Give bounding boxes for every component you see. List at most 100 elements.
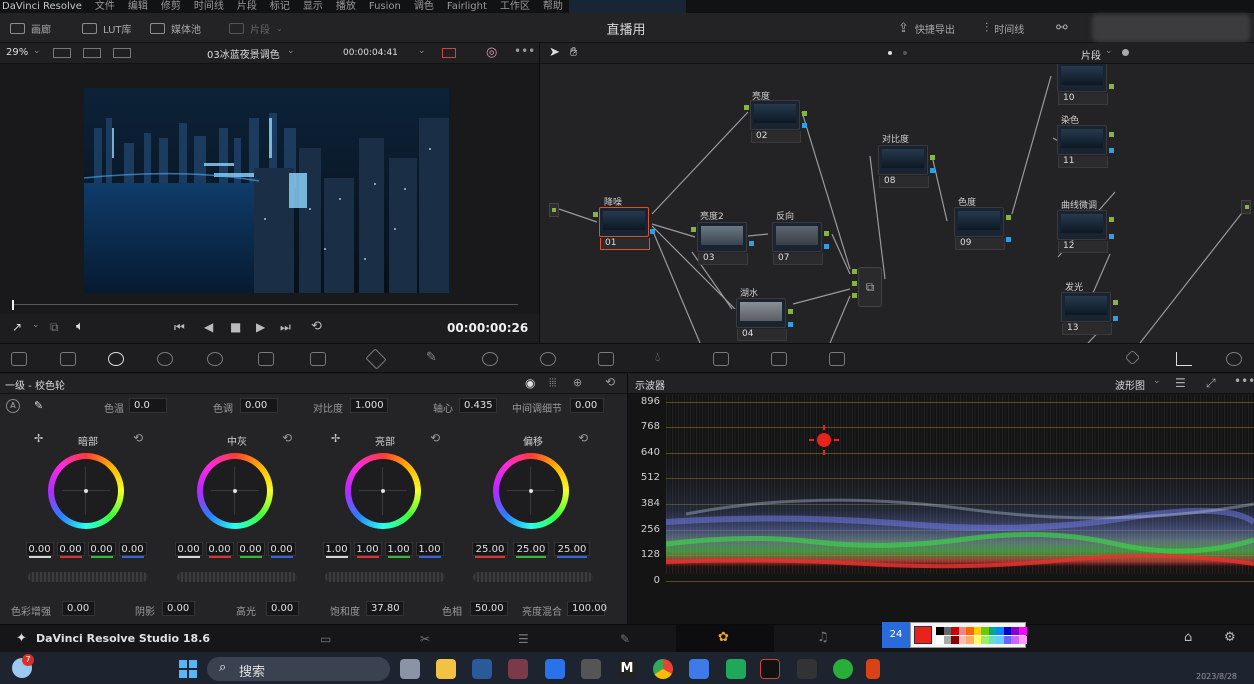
- menu-item[interactable]: 工作区: [500, 0, 530, 13]
- master-wheel-jog[interactable]: [325, 572, 445, 582]
- color-wheels-icon[interactable]: [108, 352, 124, 366]
- color-swatch[interactable]: [1018, 636, 1027, 644]
- param-value-field[interactable]: 0.0: [129, 398, 167, 413]
- log-wheels-icon[interactable]: ⊕: [573, 376, 582, 389]
- reset-icon[interactable]: ⟲: [605, 375, 615, 389]
- wheel-value-field[interactable]: 1.00: [353, 542, 382, 558]
- pen-size-indicator[interactable]: 24: [882, 622, 910, 648]
- scopes-icon[interactable]: [1176, 352, 1192, 366]
- wheel-value-field[interactable]: 25.00: [472, 542, 508, 558]
- task-view-icon[interactable]: [400, 659, 420, 679]
- node-12[interactable]: 12: [1057, 210, 1108, 253]
- node-04[interactable]: 04: [736, 298, 787, 341]
- node-08[interactable]: 08: [878, 145, 929, 188]
- node-03[interactable]: 03: [697, 222, 748, 265]
- param-value-field[interactable]: 50.00: [470, 601, 508, 616]
- scrub-bar[interactable]: [0, 297, 539, 314]
- node-10[interactable]: 10: [1057, 64, 1108, 105]
- capcut-icon[interactable]: [760, 659, 780, 679]
- play-icon[interactable]: ▶: [256, 320, 265, 334]
- blur-icon[interactable]: 💧︎: [655, 350, 671, 365]
- sizing-icon[interactable]: [771, 352, 787, 366]
- unity-icon[interactable]: [581, 659, 601, 679]
- volume-icon[interactable]: 🔈︎: [76, 319, 84, 334]
- scope-settings-icon[interactable]: ☰: [1175, 376, 1186, 390]
- steam-icon[interactable]: [472, 659, 492, 679]
- rgb-mixer-icon[interactable]: [207, 352, 223, 366]
- key-icon[interactable]: [713, 352, 729, 366]
- wheel-value-field[interactable]: 25.00: [554, 542, 590, 558]
- wheel-puck[interactable]: [84, 489, 88, 493]
- app-icon[interactable]: [545, 659, 565, 679]
- master-wheel-jog[interactable]: [473, 572, 593, 582]
- color-wheel[interactable]: [493, 453, 569, 529]
- current-color-swatch[interactable]: [914, 626, 932, 644]
- settings-icon[interactable]: ⚙: [1224, 630, 1236, 645]
- menu-item[interactable]: 编辑: [128, 0, 148, 13]
- overlay-icon[interactable]: [442, 48, 456, 58]
- davinci-icon[interactable]: [797, 659, 817, 679]
- menu-item[interactable]: 文件: [95, 0, 115, 13]
- timeline-button[interactable]: ⫶ 时间线: [985, 19, 1024, 37]
- output-node[interactable]: [1241, 200, 1251, 214]
- pointer-tool-icon[interactable]: ➤: [549, 45, 560, 60]
- expand-icon[interactable]: ⤢: [1206, 376, 1216, 391]
- param-value-field[interactable]: 0.00: [266, 601, 299, 616]
- curves-icon[interactable]: [310, 352, 326, 366]
- eyedropper-icon[interactable]: ✎: [34, 399, 43, 412]
- reset-icon[interactable]: ⟲: [430, 431, 440, 445]
- primaries-bars-icon[interactable]: ⦙⦙⦙: [549, 376, 556, 390]
- node-07[interactable]: 07: [772, 222, 823, 265]
- wheel-value-field[interactable]: 0.00: [236, 542, 265, 558]
- gallery-button[interactable]: 画廊: [10, 19, 51, 37]
- spreadsheet-icon[interactable]: [726, 659, 746, 679]
- media-page-icon[interactable]: ▭: [320, 632, 331, 646]
- menu-item[interactable]: 片段: [237, 0, 257, 13]
- wheel-puck[interactable]: [381, 489, 385, 493]
- color-wheel[interactable]: [345, 453, 421, 529]
- zoom-select[interactable]: 29%: [6, 47, 28, 58]
- color-wheel[interactable]: [48, 453, 124, 529]
- color-page-tab[interactable]: ✿: [676, 625, 774, 652]
- layers-icon[interactable]: ⧉: [50, 320, 59, 335]
- menu-item[interactable]: 调色: [414, 0, 434, 13]
- reset-icon[interactable]: ⟲: [133, 431, 143, 445]
- media-pool-button[interactable]: 媒体池: [150, 19, 201, 37]
- param-value-field[interactable]: 0.00: [240, 398, 278, 413]
- layout-split-icon[interactable]: [83, 48, 101, 58]
- crosshair-icon[interactable]: ✢: [331, 432, 340, 445]
- wheel-value-field[interactable]: 0.00: [25, 542, 54, 558]
- skip-to-end-icon[interactable]: ⏭: [280, 320, 291, 335]
- wheel-value-field[interactable]: 0.00: [267, 542, 296, 558]
- page-dot-active[interactable]: [888, 51, 892, 55]
- window-icon[interactable]: [482, 352, 498, 366]
- play-reverse-icon[interactable]: ◀: [204, 320, 213, 334]
- node-mode-select[interactable]: 片段: [1081, 47, 1101, 62]
- layer-mixer-node[interactable]: ⧉: [858, 267, 882, 307]
- wheel-value-field[interactable]: 0.00: [205, 542, 234, 558]
- node-09[interactable]: 09: [954, 207, 1005, 250]
- menu-item[interactable]: 时间线: [194, 0, 224, 13]
- wheel-value-field[interactable]: 1.00: [415, 542, 444, 558]
- layout-single-icon[interactable]: [53, 48, 71, 58]
- more-options-icon[interactable]: •••: [1234, 374, 1254, 388]
- color-picker-icon[interactable]: ◎: [486, 45, 497, 60]
- qualifier-icon[interactable]: ✎: [426, 350, 442, 365]
- node-editor[interactable]: ⧉ 降噪 01 亮度 02 亮度2 03 反向 07 湖水 04 对比度 08 …: [540, 64, 1254, 343]
- playhead[interactable]: [12, 300, 14, 310]
- wheel-value-field[interactable]: 0.00: [56, 542, 85, 558]
- clip-name[interactable]: 03冰蓝夜景调色: [207, 46, 280, 61]
- param-value-field[interactable]: 0.00: [570, 398, 604, 413]
- master-wheel-jog[interactable]: [177, 572, 297, 582]
- file-explorer-icon[interactable]: [436, 659, 456, 679]
- menu-item[interactable]: Fairlight: [447, 0, 487, 13]
- wheel-value-field[interactable]: 1.00: [322, 542, 351, 558]
- param-value-field[interactable]: 37.80: [366, 601, 404, 616]
- hdr-wheels-icon[interactable]: [157, 352, 173, 366]
- wheel-value-field[interactable]: 0.00: [87, 542, 116, 558]
- home-icon[interactable]: ⌂: [1184, 630, 1192, 645]
- tracker-icon[interactable]: [540, 352, 556, 366]
- page-dot[interactable]: [903, 51, 907, 55]
- color-wheel[interactable]: [197, 453, 273, 529]
- layout-compare-icon[interactable]: [113, 48, 131, 58]
